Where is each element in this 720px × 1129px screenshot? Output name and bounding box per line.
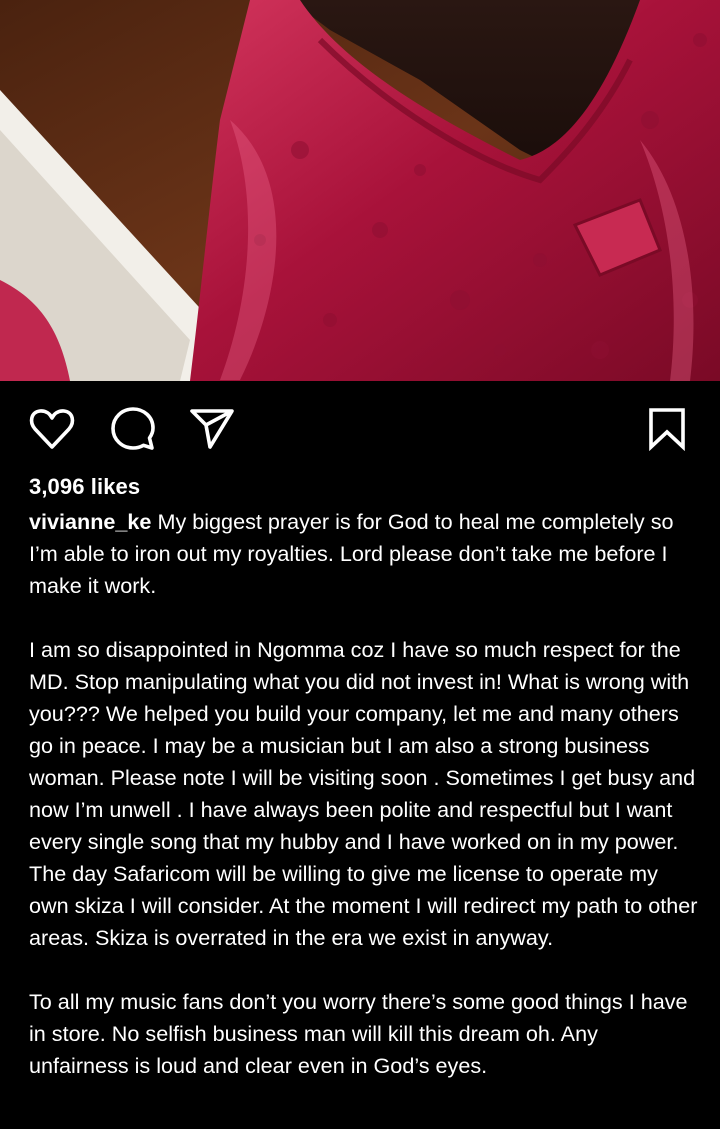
caption-username[interactable]: vivianne_ke [29,509,151,534]
likes-count[interactable]: 3,096 likes [29,472,140,502]
heart-outline-icon [29,409,75,449]
caption-paragraph-2: I am so disappointed in Ngomma coz I hav… [29,637,698,950]
share-button[interactable] [187,404,237,454]
post-action-bar [0,381,720,471]
speech-bubble-icon [111,407,155,450]
comment-button[interactable] [108,404,158,454]
photo-illustration [0,0,720,381]
caption-paragraph-1: vivianne_ke My biggest prayer is for God… [29,506,699,602]
like-button[interactable] [27,404,77,454]
save-button[interactable] [642,404,692,454]
bookmark-outline-icon [649,408,685,451]
post-caption: vivianne_ke My biggest prayer is for God… [29,506,699,1082]
caption-paragraph-3: To all my music fans don’t you worry the… [29,989,688,1078]
paper-plane-icon [190,409,234,449]
post-photo[interactable] [0,0,720,381]
